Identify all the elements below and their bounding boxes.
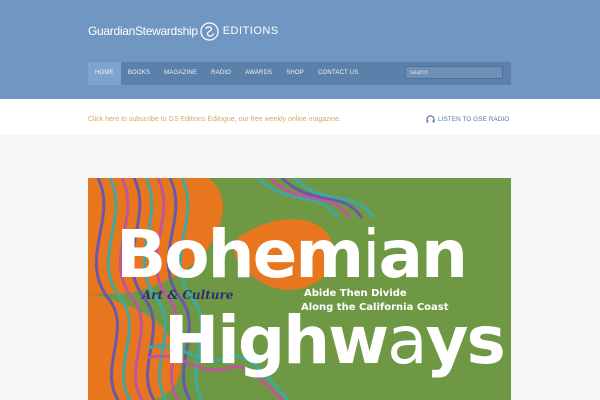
banner-title-line1: Bohemian [116, 222, 468, 288]
site-header: GuardianStewardship EDITIONS HOME BOOKS … [0, 0, 600, 99]
nav-item-home[interactable]: HOME [88, 62, 121, 85]
title-i: i [362, 216, 380, 293]
banner-tagline-art-culture: Art & Culture [142, 288, 234, 302]
main-nav: HOME BOOKS MAGAZINE RADIO AWARDS SHOP CO… [88, 62, 511, 85]
search-input[interactable] [405, 66, 503, 79]
nav-item-radio[interactable]: RADIO [204, 62, 238, 85]
nav-item-shop[interactable]: SHOP [279, 62, 311, 85]
nav-item-awards[interactable]: AWARDS [238, 62, 279, 85]
listen-radio-link[interactable]: LISTEN TO GSE RADIO [426, 115, 509, 123]
title-ys: ys [425, 302, 506, 379]
logo-emblem-icon [200, 21, 219, 41]
listen-radio-label: LISTEN TO GSE RADIO [438, 115, 510, 123]
title-high: High [164, 302, 330, 379]
title-a: a [387, 302, 427, 379]
hero-banner[interactable]: Bohemian Art & Culture Abide Then Divide… [88, 178, 511, 400]
subscribe-link[interactable]: Click here to subscribe to GS Editions E… [88, 116, 341, 123]
title-bohem: Bohem [116, 216, 364, 293]
title-w: w [328, 302, 389, 379]
banner-title-line2: Highways [164, 308, 506, 374]
logo-text-editions: EDITIONS [222, 25, 279, 37]
site-logo[interactable]: GuardianStewardship EDITIONS [88, 16, 279, 46]
nav-item-magazine[interactable]: MAGAZINE [157, 62, 204, 85]
banner-tagline-abide: Abide Then Divide [304, 288, 407, 299]
logo-text-guardian: Guardian [88, 24, 135, 38]
headphones-icon [426, 115, 435, 123]
title-an: an [378, 216, 469, 293]
nav-item-contact-us[interactable]: CONTACT US [311, 62, 365, 85]
nav-item-books[interactable]: BOOKS [121, 62, 157, 85]
logo-text-stewardship: Stewardship [134, 24, 198, 38]
